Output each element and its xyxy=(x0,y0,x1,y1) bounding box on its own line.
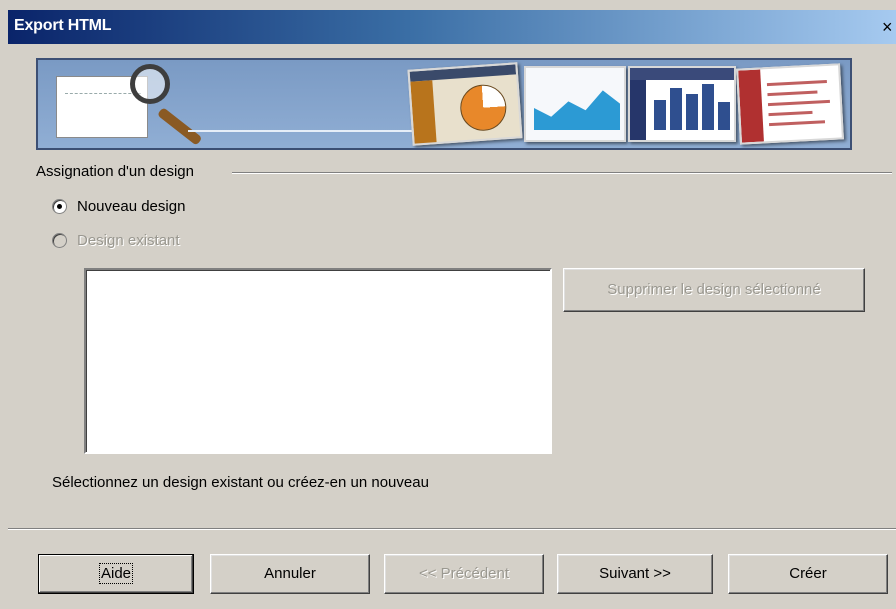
radio-unchecked-icon xyxy=(52,233,67,248)
window-title: Export HTML xyxy=(14,17,112,34)
radio-existing-design: Design existant xyxy=(52,232,180,249)
help-button-label: Aide xyxy=(98,563,134,584)
group-divider xyxy=(232,172,892,174)
radio-checked-icon[interactable] xyxy=(52,199,67,214)
help-button[interactable]: Aide xyxy=(38,554,194,594)
wizard-banner xyxy=(36,58,852,150)
hint-text: Sélectionnez un design existant ou créez… xyxy=(52,474,429,491)
bar-chart-icon xyxy=(628,66,736,142)
delete-design-label: Supprimer le design sélectionné xyxy=(607,281,821,298)
create-button-label: Créer xyxy=(789,565,827,582)
design-list[interactable] xyxy=(84,268,552,454)
delete-design-button: Supprimer le design sélectionné xyxy=(563,268,865,312)
next-button[interactable]: Suivant >> xyxy=(557,554,713,594)
magnifier-icon xyxy=(130,64,170,104)
magnifier-handle xyxy=(156,107,203,146)
text-page-icon xyxy=(736,63,844,145)
radio-existing-design-label: Design existant xyxy=(77,232,180,249)
radio-new-design-label: Nouveau design xyxy=(77,198,186,215)
previous-button-label: << Précédent xyxy=(418,565,510,582)
area-chart-icon xyxy=(524,66,626,142)
create-button[interactable]: Créer xyxy=(728,554,888,594)
radio-new-design[interactable]: Nouveau design xyxy=(52,198,185,215)
footer-separator xyxy=(8,528,896,530)
cancel-button-label: Annuler xyxy=(264,565,316,582)
cancel-button[interactable]: Annuler xyxy=(210,554,370,594)
design-group-label: Assignation d'un design xyxy=(36,163,194,180)
pie-chart-icon xyxy=(407,62,523,146)
previous-button: << Précédent xyxy=(384,554,544,594)
next-button-label: Suivant >> xyxy=(599,565,671,582)
title-bar: Export HTML × xyxy=(8,10,896,44)
close-icon[interactable]: × xyxy=(882,15,896,39)
